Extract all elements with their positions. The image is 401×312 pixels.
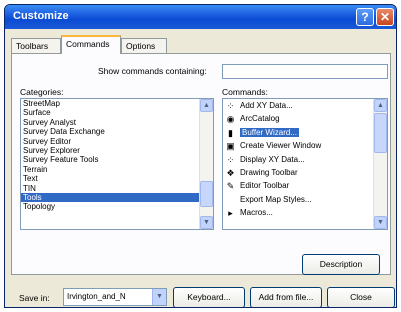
command-item[interactable]: ❖ Drawing Toolbar [223,166,373,179]
command-item[interactable]: ◉ ArcCatalog [223,112,373,125]
scroll-thumb[interactable] [200,181,213,207]
arccatalog-icon: ◉ [226,114,235,125]
command-label: Export Map Styles... [240,194,312,204]
command-label: Buffer Wizard... [240,127,299,137]
command-label: ArcCatalog [240,114,280,124]
search-label: Show commands containing: [98,66,207,76]
category-item[interactable]: Topology [21,202,199,211]
chevron-down-icon[interactable]: ▼ [152,289,166,305]
command-item[interactable]: ⁘ Display XY Data... [223,153,373,166]
command-item[interactable]: ▮ Buffer Wizard... [223,126,373,139]
dialog-title: Customize [13,10,69,22]
scroll-up-icon[interactable]: ▲ [200,99,213,112]
category-item[interactable]: Tools [21,192,199,203]
command-item[interactable]: ▣ Create Viewer Window [223,139,373,152]
category-item[interactable]: Text [21,174,199,183]
command-label: Add XY Data... [240,101,293,110]
display-xy-icon: ⁘ [226,154,235,165]
tab-toolbars[interactable]: Toolbars [11,38,61,53]
categories-list-items: StreetMap Surface Survey Analyst Survey Dat… [21,99,199,229]
category-item[interactable]: Terrain [21,165,199,174]
scroll-up-icon[interactable]: ▲ [374,99,387,112]
command-item[interactable]: Export Map Styles... [223,193,373,206]
commands-panel: Show commands containing: Categories: Co… [11,53,391,275]
commands-scrollbar[interactable]: ▲ ▼ [373,99,387,229]
close-window-button[interactable]: ✕ [376,8,394,26]
macros-arrow-icon: ▸ [228,208,233,219]
command-label: Drawing Toolbar [240,167,298,177]
category-item[interactable]: Survey Analyst [21,118,199,127]
save-in-value: Irvington_and_N [67,292,126,301]
category-item[interactable]: StreetMap [21,99,199,108]
categories-scrollbar[interactable]: ▲ ▼ [199,99,213,229]
search-input[interactable] [222,64,388,79]
title-bar[interactable]: Customize ? ✕ [5,5,396,29]
tab-options[interactable]: Options [121,38,167,53]
scroll-thumb[interactable] [374,113,387,153]
help-button[interactable]: ? [356,8,374,26]
viewer-window-icon: ▣ [226,141,235,152]
command-item[interactable]: ✎ Editor Toolbar [223,179,373,192]
keyboard-button[interactable]: Keyboard... [173,287,245,307]
tab-commands[interactable]: Commands [61,35,121,54]
category-item[interactable]: Surface [21,108,199,117]
save-in-select[interactable]: Irvington_and_N ▼ [63,288,167,306]
category-item[interactable]: Survey Explorer [21,146,199,155]
commands-label: Commands: [222,87,268,97]
categories-list[interactable]: StreetMap Surface Survey Analyst Survey Dat… [20,98,214,230]
command-label: Macros... [240,208,273,218]
command-label: Editor Toolbar [240,181,290,191]
category-item[interactable]: Survey Feature Tools [21,155,199,164]
save-in-label: Save in: [19,293,50,303]
add-from-file-button[interactable]: Add from file... [250,287,322,307]
commands-list-items: ⁘ Add XY Data... ◉ ArcCatalog ▮ Buffer Wizard… [223,99,373,229]
category-item[interactable]: Survey Editor [21,137,199,146]
editor-toolbar-icon: ✎ [226,181,235,192]
scroll-down-icon[interactable]: ▼ [374,216,387,229]
category-item[interactable]: TIN [21,184,199,193]
command-item[interactable]: ▸ Macros... [223,206,373,219]
category-item[interactable]: Survey Data Exchange [21,127,199,136]
categories-label: Categories: [20,87,64,97]
command-label: Display XY Data... [240,154,305,164]
close-button[interactable]: Close [327,287,395,307]
xy-data-icon: ⁘ [226,101,235,111]
scroll-down-icon[interactable]: ▼ [200,216,213,229]
commands-list[interactable]: ⁘ Add XY Data... ◉ ArcCatalog ▮ Buffer Wizard… [222,98,388,230]
drawing-toolbar-icon: ❖ [226,167,235,178]
customize-dialog: Customize ? ✕ Toolbars Commands Options … [4,4,397,308]
description-button[interactable]: Description [302,254,380,275]
command-item[interactable]: ⁘ Add XY Data... [223,99,373,112]
command-label: Create Viewer Window [240,141,322,151]
buffer-icon: ▮ [228,127,233,138]
